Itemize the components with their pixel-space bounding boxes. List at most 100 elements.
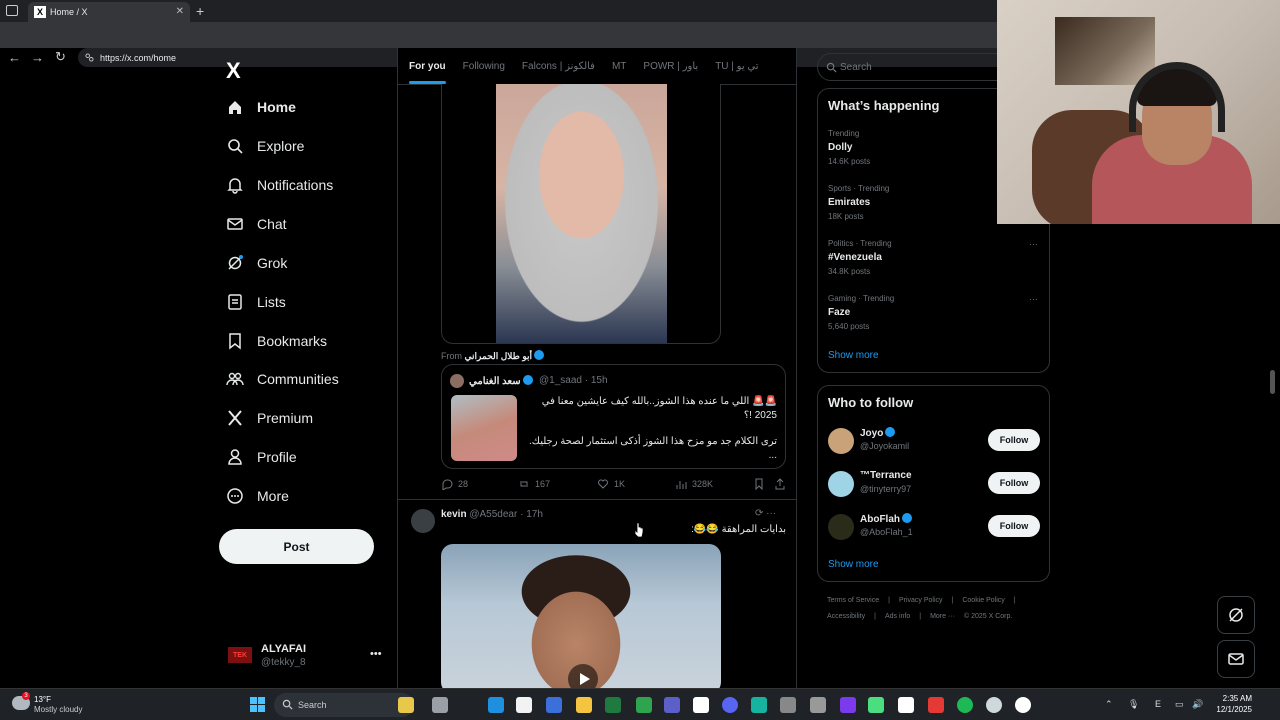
chevron-up-icon[interactable]: ⌃ xyxy=(1105,699,1113,710)
from-name[interactable]: أبو طلال الحمراني xyxy=(465,351,532,361)
input-language[interactable]: E xyxy=(1155,699,1161,709)
grok-fab-button[interactable] xyxy=(1217,596,1255,634)
weather-widget[interactable]: 3 13°F Mostly cloudy xyxy=(12,692,102,717)
footer-link[interactable]: Terms of Service xyxy=(827,597,879,604)
author-name[interactable]: kevin xyxy=(441,509,467,520)
more-dots-icon[interactable]: ··· xyxy=(1029,239,1038,249)
store-icon[interactable] xyxy=(516,697,532,713)
tab-1[interactable]: Following xyxy=(463,61,505,72)
nav-item-profile[interactable]: Profile xyxy=(226,442,297,472)
app-icon[interactable] xyxy=(664,697,680,713)
follow-suggestion[interactable]: ™Terrance @tinyterry97 Follow xyxy=(828,468,1040,498)
system-clock[interactable]: 2:35 AM 12/1/2025 xyxy=(1210,693,1252,715)
avatar[interactable] xyxy=(828,428,854,454)
tab-2[interactable]: Falcons | فالكونز xyxy=(522,61,595,72)
forward-icon[interactable]: → xyxy=(31,50,44,65)
show-more-link[interactable]: Show more xyxy=(828,350,879,361)
account-switcher[interactable]: TEK ALYAFAI @tekky_8 ••• xyxy=(228,640,388,672)
app-icon[interactable] xyxy=(810,697,826,713)
taskbar-search[interactable]: Search xyxy=(274,693,414,717)
follow-button[interactable]: Follow xyxy=(988,515,1040,537)
avatar[interactable] xyxy=(828,514,854,540)
quote-thumbnail[interactable] xyxy=(451,395,517,461)
reload-icon[interactable]: ↻ xyxy=(55,49,66,65)
file-explorer-icon[interactable] xyxy=(576,697,592,713)
unreal-icon[interactable] xyxy=(1015,697,1031,713)
app-icon[interactable] xyxy=(780,697,796,713)
more-dots-icon[interactable]: ••• xyxy=(370,648,382,660)
terminal-icon[interactable] xyxy=(605,697,621,713)
trend-item[interactable]: Politics · Trending #Venezuela 34.8K posts… xyxy=(828,239,1038,276)
quoted-tweet[interactable]: سعد الغنامي @1_saad · 15h 🚨🚨 اللي ما عند… xyxy=(441,364,786,469)
footer-link[interactable]: Accessibility xyxy=(827,613,865,620)
avatar[interactable] xyxy=(411,509,435,533)
tab-3[interactable]: MT xyxy=(612,61,626,72)
post-button[interactable]: Post xyxy=(219,529,374,564)
app-icon[interactable] xyxy=(693,697,709,713)
quote-author-name[interactable]: سعد الغنامي xyxy=(469,375,533,387)
tweet-media-image[interactable] xyxy=(441,84,721,344)
app-icon[interactable] xyxy=(636,697,652,713)
nav-item-chat[interactable]: Chat xyxy=(226,209,287,239)
bookmark-button[interactable] xyxy=(753,478,770,490)
app-icon[interactable] xyxy=(898,697,914,713)
task-view-icon[interactable] xyxy=(432,697,448,713)
nav-item-home[interactable]: Home xyxy=(226,92,296,122)
more-dots-icon[interactable]: ··· xyxy=(1029,294,1038,304)
app-icon[interactable] xyxy=(928,697,944,713)
close-tab-icon[interactable]: ✕ xyxy=(176,6,184,17)
app-icon[interactable] xyxy=(840,697,856,713)
footer-link[interactable]: © 2025 X Corp. xyxy=(964,613,1012,620)
windows-start-icon[interactable] xyxy=(250,697,265,712)
browser-tab[interactable]: X Home / X ✕ xyxy=(28,2,190,22)
footer-link[interactable]: More ··· xyxy=(930,613,955,620)
x-logo-icon[interactable]: X xyxy=(226,58,241,84)
avatar[interactable] xyxy=(828,471,854,497)
follow-button[interactable]: Follow xyxy=(988,429,1040,451)
nav-item-bookmarks[interactable]: Bookmarks xyxy=(226,326,327,356)
tab-5[interactable]: TU | تي يو xyxy=(715,61,758,72)
nav-item-premium[interactable]: Premium xyxy=(226,403,313,433)
footer-link[interactable]: Privacy Policy xyxy=(899,597,943,604)
network-icon[interactable]: ▭ xyxy=(1175,699,1184,710)
reply-button[interactable]: 28 xyxy=(441,478,468,490)
nav-item-notifications[interactable]: Notifications xyxy=(226,170,333,200)
play-icon[interactable] xyxy=(568,664,598,688)
steam-icon[interactable] xyxy=(986,697,1002,713)
app-icon[interactable] xyxy=(751,697,767,713)
nav-item-communities[interactable]: Communities xyxy=(226,364,339,394)
tweet-media-video[interactable] xyxy=(441,544,721,688)
microphone-icon[interactable]: 🎙 xyxy=(1128,699,1139,710)
show-more-link[interactable]: Show more xyxy=(828,559,879,570)
messages-fab-button[interactable] xyxy=(1217,640,1255,678)
nav-item-lists[interactable]: Lists xyxy=(226,287,286,317)
tweet-author[interactable]: kevin @A55dear · 17h xyxy=(441,509,543,520)
tab-4[interactable]: POWR | باور xyxy=(643,61,698,72)
app-icon[interactable] xyxy=(868,697,884,713)
footer-link[interactable]: Ads info xyxy=(885,613,910,620)
follow-suggestion[interactable]: AboFlah @AboFlah_1 Follow xyxy=(828,511,1040,541)
site-info-icon[interactable] xyxy=(85,53,94,62)
app-icon[interactable] xyxy=(546,697,562,713)
edge-icon[interactable] xyxy=(488,697,504,713)
discord-icon[interactable] xyxy=(722,697,738,713)
nav-item-grok[interactable]: Grok xyxy=(226,248,287,278)
back-icon[interactable]: ← xyxy=(8,50,21,65)
trend-item[interactable]: Gaming · Trending Faze 5,640 posts ··· xyxy=(828,294,1038,331)
volume-icon[interactable]: 🔊 xyxy=(1192,699,1203,710)
spotify-icon[interactable] xyxy=(957,697,973,713)
avatar[interactable] xyxy=(450,374,464,388)
follow-suggestion[interactable]: Joyo @Joyokamil Follow xyxy=(828,425,1040,455)
tab-0[interactable]: For you xyxy=(409,61,446,84)
repost-button[interactable]: 167 xyxy=(518,478,550,490)
window-menu-icon[interactable] xyxy=(6,5,18,16)
copilot-icon[interactable] xyxy=(398,697,414,713)
follow-button[interactable]: Follow xyxy=(988,472,1040,494)
nav-item-more[interactable]: More xyxy=(226,481,289,511)
page-scrollbar[interactable] xyxy=(1270,370,1275,394)
views-button[interactable]: 328K xyxy=(675,478,713,490)
share-button[interactable] xyxy=(774,478,791,490)
more-dots-icon[interactable]: ⟳ ··· xyxy=(755,508,776,519)
nav-item-explore[interactable]: Explore xyxy=(226,131,304,161)
footer-link[interactable]: Cookie Policy xyxy=(962,597,1004,604)
